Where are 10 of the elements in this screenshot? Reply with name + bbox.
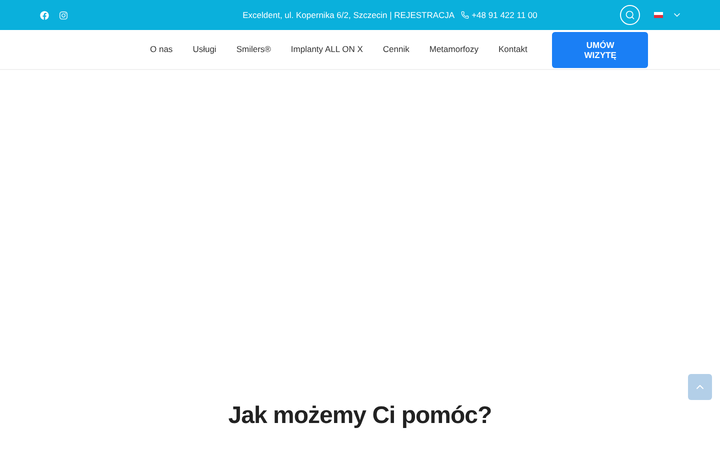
nav-link[interactable]: Smilers® [236,43,271,56]
nav-link[interactable]: Implanty ALL ON X [290,43,363,56]
book-visit-button[interactable]: UMÓW WIZYTĘ [552,32,648,68]
section-heading: Jak możemy Ci pomóc? [227,401,493,431]
nav-link[interactable]: Metamorfozy [429,43,478,56]
address-text: Exceldent, ul. Kopernika 6/2, Szczecin | REJESTRACJA [242,8,455,22]
nav-link[interactable]: Cennik [382,43,410,56]
nav-link[interactable]: Usługi [192,43,216,56]
nav-link[interactable]: Kontakt [498,43,528,56]
nav-link[interactable]: O nas [150,43,173,56]
